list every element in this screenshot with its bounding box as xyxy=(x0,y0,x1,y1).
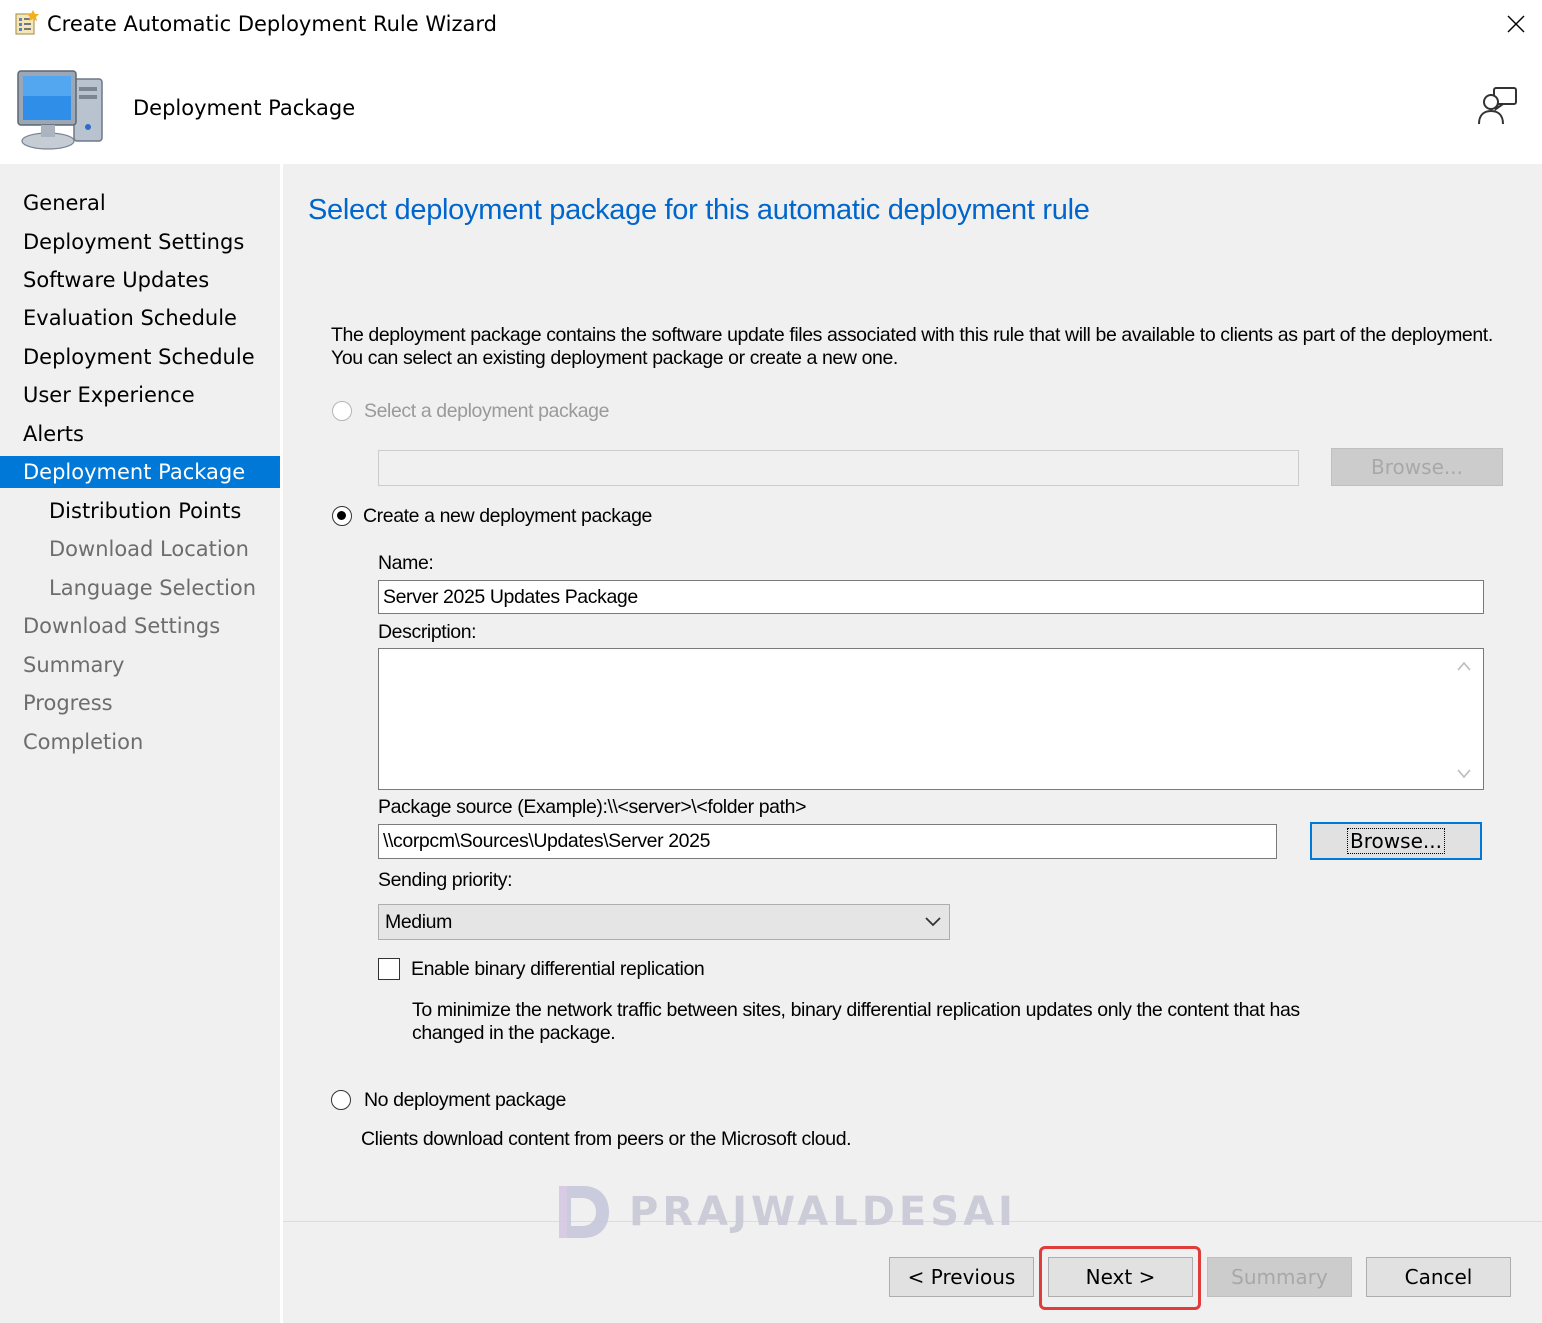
step-label: Software Updates xyxy=(23,268,210,292)
step-label: User Experience xyxy=(23,383,195,407)
step-deployment-settings[interactable]: Deployment Settings xyxy=(0,226,280,258)
next-button[interactable]: Next > xyxy=(1048,1257,1193,1297)
step-user-experience[interactable]: User Experience xyxy=(0,379,280,411)
create-new-package-radio[interactable] xyxy=(332,506,352,526)
browse-source-button[interactable]: Browse... xyxy=(1310,822,1482,860)
watermark: PRAJWALDESAI xyxy=(555,1180,1017,1244)
computer-icon xyxy=(17,70,103,150)
page-description: The deployment package contains the soft… xyxy=(331,324,1493,370)
sending-priority-select[interactable]: Medium xyxy=(378,904,950,940)
watermark-logo-icon xyxy=(559,1186,609,1238)
description-label: Description: xyxy=(378,621,477,643)
package-source-input[interactable]: \\corpcm\Sources\Updates\Server 2025 xyxy=(378,824,1277,859)
description-line: You can select an existing deployment pa… xyxy=(331,347,898,369)
wizard-header: Deployment Package xyxy=(0,50,1542,164)
binary-replication-checkbox[interactable] xyxy=(378,958,400,980)
step-label: Distribution Points xyxy=(49,499,242,523)
step-label: Download Settings xyxy=(23,614,221,638)
step-label: Download Location xyxy=(49,537,249,561)
help-line: changed in the package. xyxy=(412,1022,616,1044)
step-distribution-points[interactable]: Distribution Points xyxy=(0,495,280,527)
page-heading: Select deployment package for this autom… xyxy=(308,194,1090,226)
step-language-selection: Language Selection xyxy=(0,572,280,604)
watermark-text: PRAJWALDESAI xyxy=(629,1189,1017,1235)
sending-priority-value: Medium xyxy=(385,911,452,933)
no-package-label: No deployment package xyxy=(364,1089,566,1111)
feedback-icon[interactable] xyxy=(1476,84,1520,128)
package-name-input[interactable]: Server 2025 Updates Package xyxy=(378,580,1484,614)
step-label: Deployment Settings xyxy=(23,230,245,254)
name-label: Name: xyxy=(378,552,434,574)
step-deployment-schedule[interactable]: Deployment Schedule xyxy=(0,341,280,373)
close-button[interactable] xyxy=(1490,0,1542,48)
step-deployment-package[interactable]: Deployment Package xyxy=(0,456,280,488)
select-existing-package-label: Select a deployment package xyxy=(364,400,610,422)
window-title: Create Automatic Deployment Rule Wizard xyxy=(47,12,497,36)
scroll-up-icon[interactable] xyxy=(1457,661,1471,671)
browse-existing-button: Browse... xyxy=(1331,448,1503,486)
step-label: Progress xyxy=(23,691,113,715)
step-label: Language Selection xyxy=(49,576,257,600)
step-label: Deployment Schedule xyxy=(23,345,255,369)
wizard-main-panel: Select deployment package for this autom… xyxy=(283,164,1542,1323)
select-existing-package-radio[interactable] xyxy=(332,401,352,421)
help-line: To minimize the network traffic between … xyxy=(412,999,1300,1021)
scroll-down-icon[interactable] xyxy=(1457,769,1471,779)
step-summary: Summary xyxy=(0,649,280,681)
create-new-package-label: Create a new deployment package xyxy=(363,505,652,527)
package-description-textarea[interactable] xyxy=(378,648,1484,790)
wizard-app-icon xyxy=(15,10,39,35)
package-source-label: Package source (Example):\\<server>\<fol… xyxy=(378,796,807,818)
title-bar: Create Automatic Deployment Rule Wizard xyxy=(0,0,1542,50)
cancel-button[interactable]: Cancel xyxy=(1366,1257,1511,1297)
binary-replication-help: To minimize the network traffic between … xyxy=(412,999,1300,1045)
no-package-help: Clients download content from peers or t… xyxy=(361,1128,852,1150)
browse-source-label: Browse... xyxy=(1347,828,1445,854)
binary-replication-label: Enable binary differential replication xyxy=(411,958,705,980)
step-label: Summary xyxy=(23,653,125,677)
step-general[interactable]: General xyxy=(0,187,280,219)
step-alerts[interactable]: Alerts xyxy=(0,418,280,450)
previous-button[interactable]: < Previous xyxy=(889,1257,1034,1297)
step-label: Completion xyxy=(23,730,144,754)
description-line: The deployment package contains the soft… xyxy=(331,324,1493,346)
step-download-settings: Download Settings xyxy=(0,610,280,642)
existing-package-field xyxy=(378,450,1299,486)
wizard-steps-sidebar: General Deployment Settings Software Upd… xyxy=(0,164,283,1323)
close-icon xyxy=(1507,15,1525,33)
step-software-updates[interactable]: Software Updates xyxy=(0,264,280,296)
chevron-down-icon xyxy=(925,917,941,927)
sending-priority-label: Sending priority: xyxy=(378,869,513,891)
step-download-location: Download Location xyxy=(0,533,280,565)
step-progress: Progress xyxy=(0,687,280,719)
step-label: Deployment Package xyxy=(23,460,246,484)
step-label: Alerts xyxy=(23,422,84,446)
summary-button: Summary xyxy=(1207,1257,1352,1297)
step-label: General xyxy=(23,191,106,215)
step-evaluation-schedule[interactable]: Evaluation Schedule xyxy=(0,302,280,334)
step-label: Evaluation Schedule xyxy=(23,306,237,330)
header-title: Deployment Package xyxy=(133,96,356,120)
step-completion: Completion xyxy=(0,726,280,758)
no-package-radio[interactable] xyxy=(331,1090,351,1110)
